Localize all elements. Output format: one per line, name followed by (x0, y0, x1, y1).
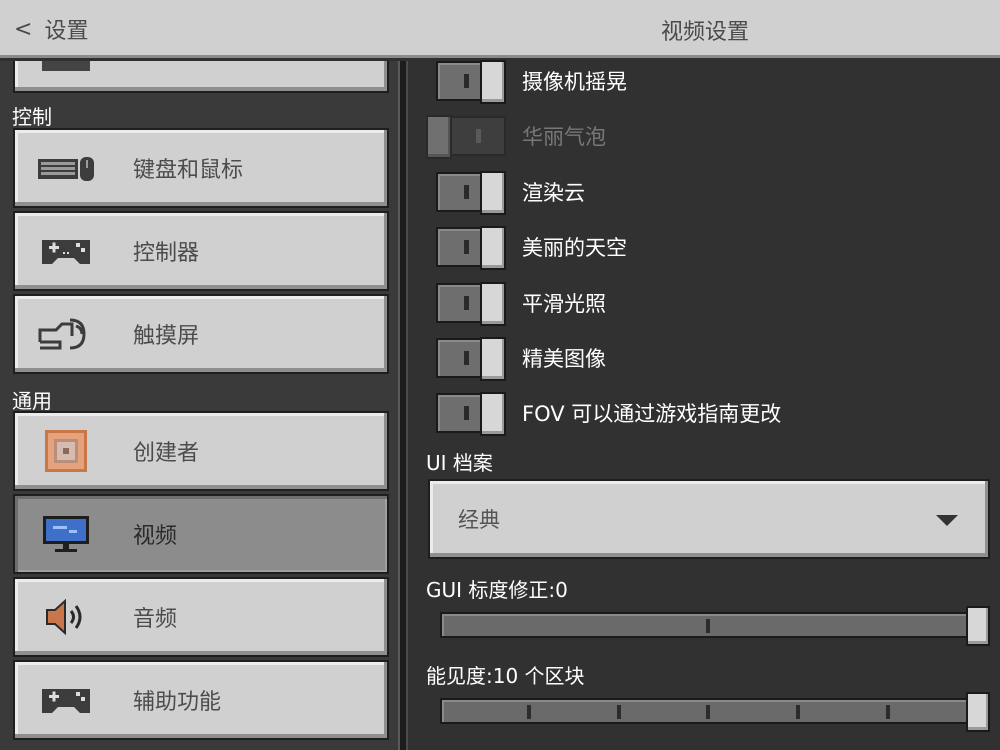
slider-tick (706, 705, 710, 719)
toggle-row-fov-guide[interactable]: FOV 可以通过游戏指南更改 (436, 388, 781, 438)
sidebar-item-label: 视频 (133, 524, 178, 549)
toggle-label: FOV 可以通过游戏指南更改 (522, 402, 782, 426)
sidebar-item-controller[interactable]: 控制器 (13, 211, 389, 291)
gamepad-icon (33, 61, 99, 78)
monitor-icon (33, 509, 99, 559)
back-button[interactable]: < 设置 (14, 12, 88, 46)
gui-scale-slider[interactable] (440, 606, 990, 646)
sidebar-item-label: 触摸屏 (133, 324, 200, 349)
chevron-left-icon: < (14, 16, 33, 42)
render-distance-slider[interactable] (440, 692, 990, 732)
speaker-icon (33, 592, 99, 642)
sidebar: 控制 键盘和鼠标 控制器 触摸屏 通用 创建者 视频 音频 辅助功能 (0, 61, 398, 750)
toggle-row-render-clouds[interactable]: 渲染云 (436, 167, 585, 217)
camera-shake-toggle[interactable] (436, 60, 506, 104)
sidebar-item-accessibility[interactable]: 辅助功能 (13, 660, 389, 740)
toggle-row-beautiful-skies[interactable]: 美丽的天空 (436, 222, 627, 272)
fov-guide-toggle[interactable] (436, 392, 506, 436)
smooth-lighting-toggle[interactable] (436, 282, 506, 326)
sidebar-item-partial[interactable] (13, 61, 389, 93)
toggle-label: 美丽的天空 (522, 236, 627, 260)
gamepad-icon (33, 226, 99, 276)
fancy-bubbles-toggle (426, 115, 506, 159)
slider-tick (886, 705, 890, 719)
toggle-label: 华丽气泡 (522, 125, 606, 149)
section-label-controls: 控制 (12, 105, 52, 129)
video-settings-panel: 摄像机摇晃 华丽气泡 渲染云 美丽的天空 平滑光照 精美图像 FOV 可以通过游… (408, 60, 1000, 750)
render-clouds-toggle[interactable] (436, 171, 506, 215)
toggle-row-smooth-lighting[interactable]: 平滑光照 (436, 278, 606, 328)
section-label-general: 通用 (12, 389, 52, 413)
back-label: 设置 (44, 19, 89, 44)
sidebar-item-touchscreen[interactable]: 触摸屏 (13, 294, 389, 374)
touch-hand-icon (33, 309, 99, 359)
toggle-row-fancy-graphics[interactable]: 精美图像 (436, 333, 606, 383)
toggle-label: 渲染云 (522, 181, 585, 205)
gui-scale-slider-thumb[interactable] (966, 606, 990, 646)
sidebar-item-label: 控制器 (133, 241, 200, 266)
ui-profile-dropdown[interactable]: 经典 (428, 479, 990, 559)
sidebar-item-creator[interactable]: 创建者 (13, 411, 389, 491)
sidebar-item-keyboard-mouse[interactable]: 键盘和鼠标 (13, 128, 389, 208)
gamepad-icon (33, 675, 99, 725)
sidebar-item-label: 创建者 (133, 441, 200, 466)
slider-tick (617, 705, 621, 719)
sidebar-item-label: 音频 (133, 607, 178, 632)
sidebar-item-label: 辅助功能 (133, 690, 222, 715)
render-distance-slider-thumb[interactable] (966, 692, 990, 732)
sidebar-item-audio[interactable]: 音频 (13, 577, 389, 657)
render-distance-label: 能见度:10 个区块 (426, 664, 585, 688)
slider-tick (706, 619, 710, 633)
sidebar-item-video[interactable]: 视频 (13, 494, 389, 574)
sidebar-item-label: 键盘和鼠标 (133, 158, 244, 183)
gui-scale-label: GUI 标度修正:0 (426, 578, 568, 602)
toggle-label: 精美图像 (522, 347, 606, 371)
slider-tick (527, 705, 531, 719)
keyboard-mouse-icon (33, 143, 99, 193)
title-bar: < 设置 视频设置 (0, 0, 1000, 58)
toggle-row-camera-shake[interactable]: 摄像机摇晃 (436, 56, 627, 106)
panel-divider (398, 61, 408, 750)
page-title: 视频设置 (660, 20, 749, 45)
command-block-icon (33, 426, 99, 476)
dropdown-arrow-icon (936, 515, 958, 526)
fancy-graphics-toggle[interactable] (436, 337, 506, 381)
slider-tick (796, 705, 800, 719)
beautiful-skies-toggle[interactable] (436, 226, 506, 270)
toggle-row-fancy-bubbles: 华丽气泡 (426, 111, 606, 161)
ui-profile-value: 经典 (458, 508, 500, 532)
toggle-label: 平滑光照 (522, 292, 606, 316)
toggle-label: 摄像机摇晃 (522, 70, 627, 94)
ui-profile-label: UI 档案 (426, 451, 493, 475)
